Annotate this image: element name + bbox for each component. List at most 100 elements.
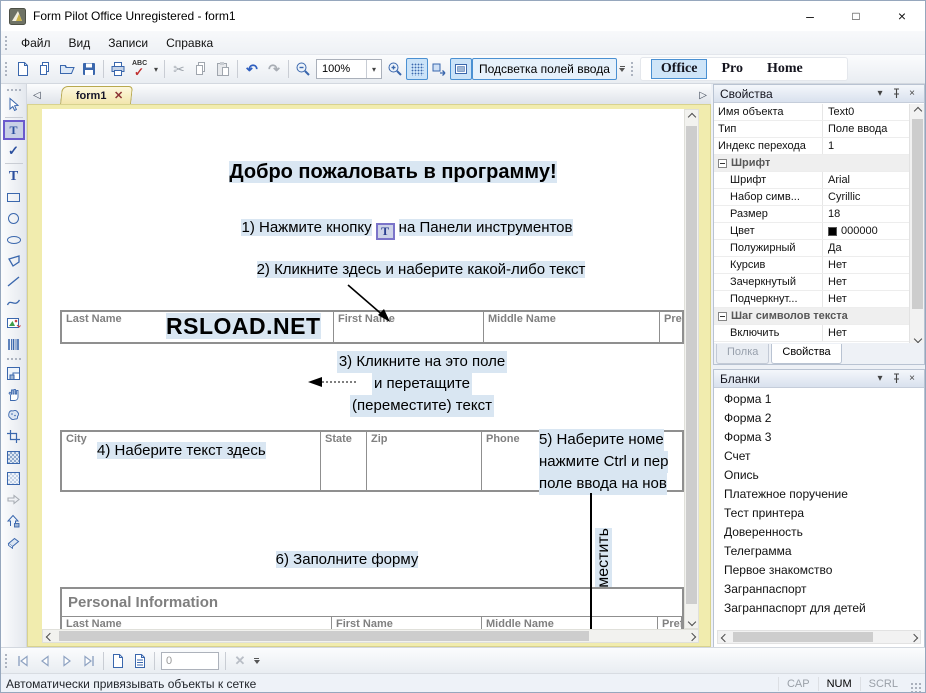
select-pointer-tool[interactable]	[3, 94, 25, 115]
line-tool[interactable]	[3, 271, 25, 292]
copy-document-button[interactable]	[34, 58, 56, 80]
tab-scroll-right-icon[interactable]: ▷	[699, 90, 707, 101]
vertical-scrollbar[interactable]	[684, 109, 699, 629]
previous-record-button[interactable]	[34, 650, 56, 672]
panel-tab[interactable]: Полка	[716, 344, 769, 364]
zoom-out-button[interactable]	[292, 58, 314, 80]
menu-item[interactable]: Записи	[99, 33, 157, 53]
edition-tab[interactable]: Pro	[711, 59, 753, 79]
fill-light-tool[interactable]	[3, 468, 25, 489]
resize-grip[interactable]	[910, 682, 922, 693]
last-record-button[interactable]	[78, 650, 100, 672]
property-row[interactable]: Набор симв... Cyrillic	[714, 189, 924, 206]
property-row[interactable]: Шрифт Arial	[714, 172, 924, 189]
page-number-input[interactable]	[161, 652, 219, 670]
property-row[interactable]: Тип Поле ввода	[714, 121, 924, 138]
stamp-tool[interactable]	[3, 405, 25, 426]
redo-button[interactable]: ↷	[263, 58, 285, 80]
scroll-right-icon[interactable]	[907, 631, 920, 644]
spellcheck-dropdown[interactable]: ▾	[151, 65, 161, 74]
scroll-up-icon[interactable]	[911, 104, 924, 117]
field-tab-order-button[interactable]	[428, 58, 450, 80]
tab-scroll-left-icon[interactable]: ◁	[27, 90, 45, 104]
step1-text[interactable]: 1) Нажмите кнопкуTна Панели инструментов	[102, 219, 684, 240]
scroll-left-icon[interactable]	[43, 630, 56, 643]
crop-tool[interactable]	[3, 426, 25, 447]
toolbar-overflow-button[interactable]	[617, 58, 628, 80]
property-row[interactable]: Курсив Нет	[714, 257, 924, 274]
field-highlight-button[interactable]	[450, 58, 472, 80]
properties-scrollbar[interactable]	[909, 104, 924, 345]
forward-arrow-tool[interactable]	[3, 489, 25, 510]
print-button[interactable]	[107, 58, 129, 80]
first-record-button[interactable]	[12, 650, 34, 672]
curve-tool[interactable]	[3, 292, 25, 313]
barcode-tool[interactable]	[3, 334, 25, 355]
polygon-tool[interactable]	[3, 250, 25, 271]
delete-page-button[interactable]: ✕	[229, 650, 251, 672]
property-row[interactable]: Включить Нет	[714, 325, 924, 342]
step2-text[interactable]: 2) Кликните здесь и наберите какой-либо …	[130, 261, 684, 278]
step5-text[interactable]: 5) Наберите номе нажмите Ctrl и пер поле…	[539, 429, 668, 495]
close-button[interactable]: ×	[879, 1, 925, 31]
scroll-up-icon[interactable]	[685, 110, 698, 123]
collapse-icon[interactable]	[718, 159, 727, 168]
spellcheck-button[interactable]: ABC✓	[129, 58, 151, 80]
zoom-in-button[interactable]	[384, 58, 406, 80]
edition-tab[interactable]: Home	[757, 59, 813, 79]
close-icon[interactable]: ×	[904, 372, 920, 386]
rectangle-tool[interactable]	[3, 187, 25, 208]
checkmark-tool[interactable]: ✓	[3, 140, 25, 161]
grid-toggle-button[interactable]	[406, 58, 428, 80]
maximize-button[interactable]: □	[833, 1, 879, 31]
list-item[interactable]: Первое знакомство	[714, 560, 924, 579]
document-tab[interactable]: form1 ✕	[60, 86, 133, 104]
chevron-down-icon[interactable]: ▾	[872, 87, 888, 101]
step4-text[interactable]: 4) Наберите текст здесь	[97, 442, 266, 459]
step3-text[interactable]: 3) Кликните на это поле и перетащите (пе…	[302, 351, 542, 417]
blanks-scrollbar[interactable]	[717, 630, 921, 644]
pan-hand-tool[interactable]	[3, 384, 25, 405]
save-button[interactable]	[78, 58, 100, 80]
image-tool[interactable]	[3, 313, 25, 334]
edition-tab[interactable]: Office	[651, 59, 708, 79]
cut-button[interactable]: ✂	[168, 58, 190, 80]
close-icon[interactable]: ×	[904, 87, 920, 101]
collapse-icon[interactable]	[718, 312, 727, 321]
circle-tool[interactable]	[3, 208, 25, 229]
property-row[interactable]: Цвет 000000	[714, 223, 924, 240]
minimize-button[interactable]: –	[787, 1, 833, 31]
list-item[interactable]: Тест принтера	[714, 503, 924, 522]
undo-button[interactable]: ↶	[241, 58, 263, 80]
new-document-button[interactable]	[12, 58, 34, 80]
fill-dark-tool[interactable]	[3, 447, 25, 468]
property-row[interactable]: Имя объекта Text0	[714, 104, 924, 121]
scroll-left-icon[interactable]	[718, 631, 731, 644]
highlight-fields-toggle[interactable]: Подсветка полей ввода	[472, 58, 617, 80]
paste-button[interactable]	[212, 58, 234, 80]
welcome-title[interactable]: Добро пожаловать в программу!	[102, 161, 684, 184]
list-item[interactable]: Форма 3	[714, 427, 924, 446]
scrollbar-thumb[interactable]	[686, 126, 697, 604]
property-row[interactable]: Подчеркнут... Нет	[714, 291, 924, 308]
list-item[interactable]: Счет	[714, 446, 924, 465]
chevron-down-icon[interactable]: ▾	[366, 60, 381, 78]
list-item[interactable]: Телеграмма	[714, 541, 924, 560]
chevron-down-icon[interactable]: ▾	[872, 372, 888, 386]
open-folder-button[interactable]	[56, 58, 78, 80]
panel-tab[interactable]: Свойства	[771, 344, 841, 364]
list-item[interactable]: Загранпаспорт	[714, 579, 924, 598]
send-up-tool[interactable]	[3, 510, 25, 531]
scrollbar-thumb[interactable]	[733, 632, 873, 642]
static-text-tool[interactable]: T	[3, 166, 25, 187]
ellipse-tool[interactable]	[3, 229, 25, 250]
property-row[interactable]: Полужирный Да	[714, 240, 924, 257]
tab-close-icon[interactable]: ✕	[113, 89, 122, 102]
list-item[interactable]: Форма 1	[714, 389, 924, 408]
zoom-region-tool[interactable]	[3, 363, 25, 384]
next-record-button[interactable]	[56, 650, 78, 672]
property-row[interactable]: Размер 18	[714, 206, 924, 223]
page-list-button[interactable]	[129, 650, 151, 672]
scrollbar-thumb[interactable]	[912, 119, 923, 309]
horizontal-scrollbar[interactable]	[42, 629, 699, 643]
